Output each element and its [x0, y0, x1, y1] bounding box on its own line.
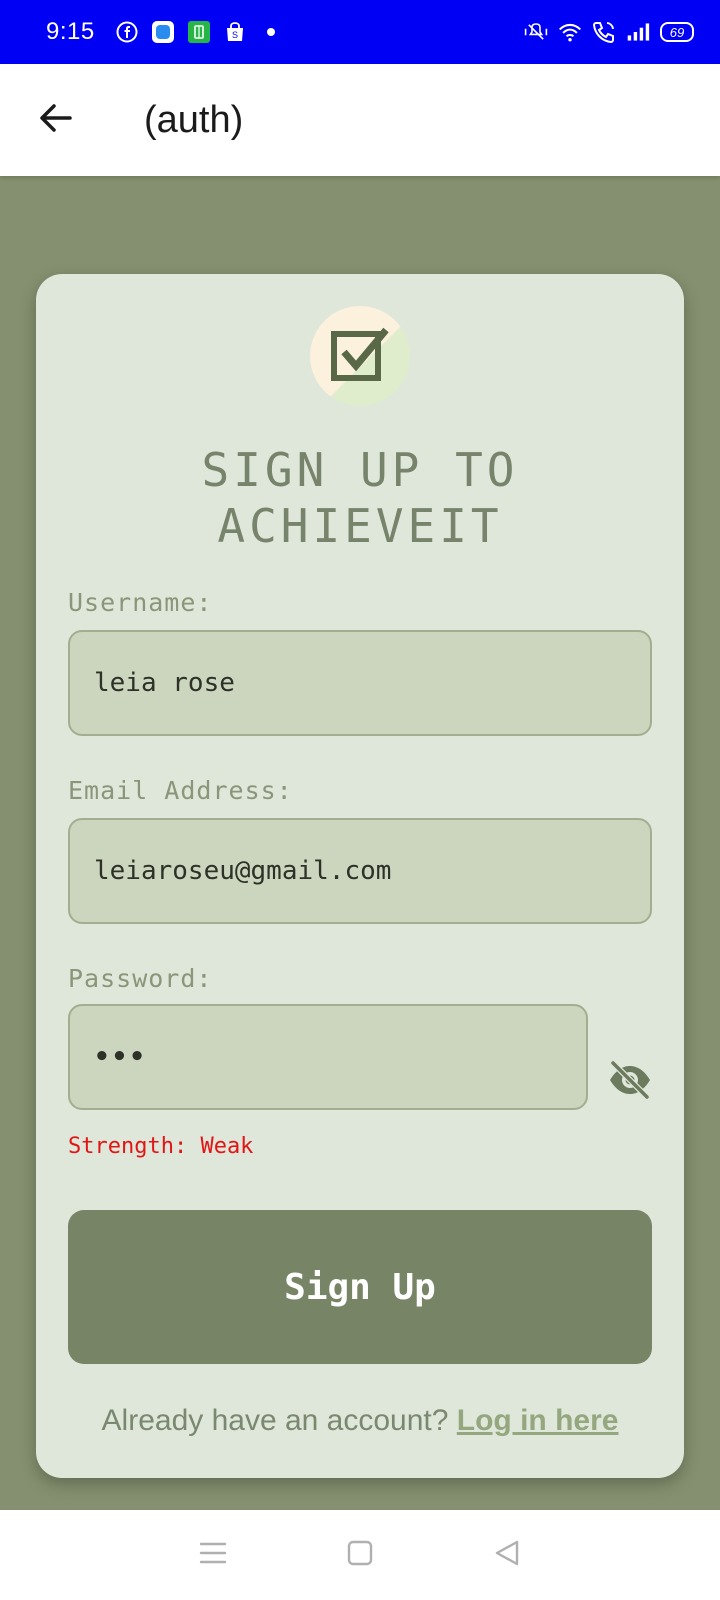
status-time: 9:15	[46, 18, 95, 45]
toggle-password-visibility-button[interactable]	[604, 1056, 656, 1108]
system-nav-bar	[0, 1510, 720, 1600]
battery-icon: 69	[660, 22, 694, 42]
wifi-calling-icon	[592, 20, 616, 44]
password-input[interactable]: •••	[68, 1004, 588, 1110]
svg-text:S: S	[232, 30, 238, 40]
login-link[interactable]: Log in here	[457, 1404, 619, 1437]
password-value: •••	[94, 1042, 147, 1072]
username-value: leia rose	[94, 668, 235, 698]
eye-off-icon	[607, 1060, 653, 1104]
signup-card: SIGN UP TO ACHIEVEIT Username: leia rose…	[36, 274, 684, 1478]
recent-apps-button[interactable]	[191, 1533, 235, 1577]
email-value: leiaroseu@gmail.com	[94, 856, 392, 886]
app-icon-green	[187, 20, 211, 44]
checkbox-icon	[328, 322, 392, 390]
app-bar: (auth)	[0, 64, 720, 176]
arrow-left-icon	[38, 100, 74, 140]
home-square-icon	[347, 1540, 373, 1570]
back-nav-button[interactable]	[485, 1533, 529, 1577]
back-button[interactable]	[26, 90, 86, 150]
shopping-bag-icon: S	[223, 20, 247, 44]
wifi-icon	[558, 20, 582, 44]
email-input[interactable]: leiaroseu@gmail.com	[68, 818, 652, 924]
signal-icon	[626, 20, 650, 44]
menu-icon	[199, 1541, 227, 1569]
app-logo	[310, 306, 410, 406]
email-label: Email Address:	[68, 776, 293, 805]
app-icon-blue	[151, 20, 175, 44]
username-label: Username:	[68, 588, 213, 617]
facebook-icon	[115, 20, 139, 44]
back-triangle-icon	[493, 1539, 521, 1571]
dot-icon	[259, 20, 283, 44]
page-title: (auth)	[144, 98, 244, 141]
system-icons: 69	[524, 20, 694, 44]
mute-vibrate-icon	[524, 20, 548, 44]
signup-title: SIGN UP TO ACHIEVEIT	[201, 443, 519, 553]
notification-icons: S	[115, 20, 283, 44]
password-label: Password:	[68, 964, 213, 993]
password-strength: Strength: Weak	[68, 1134, 254, 1159]
login-prompt-text: Already have an account?	[101, 1404, 449, 1437]
username-input[interactable]: leia rose	[68, 630, 652, 736]
status-bar: 9:15 S 69	[0, 0, 720, 64]
login-prompt-line: Already have an account? Log in here	[36, 1404, 684, 1438]
home-button[interactable]	[338, 1533, 382, 1577]
signup-button[interactable]: Sign Up	[68, 1210, 652, 1364]
